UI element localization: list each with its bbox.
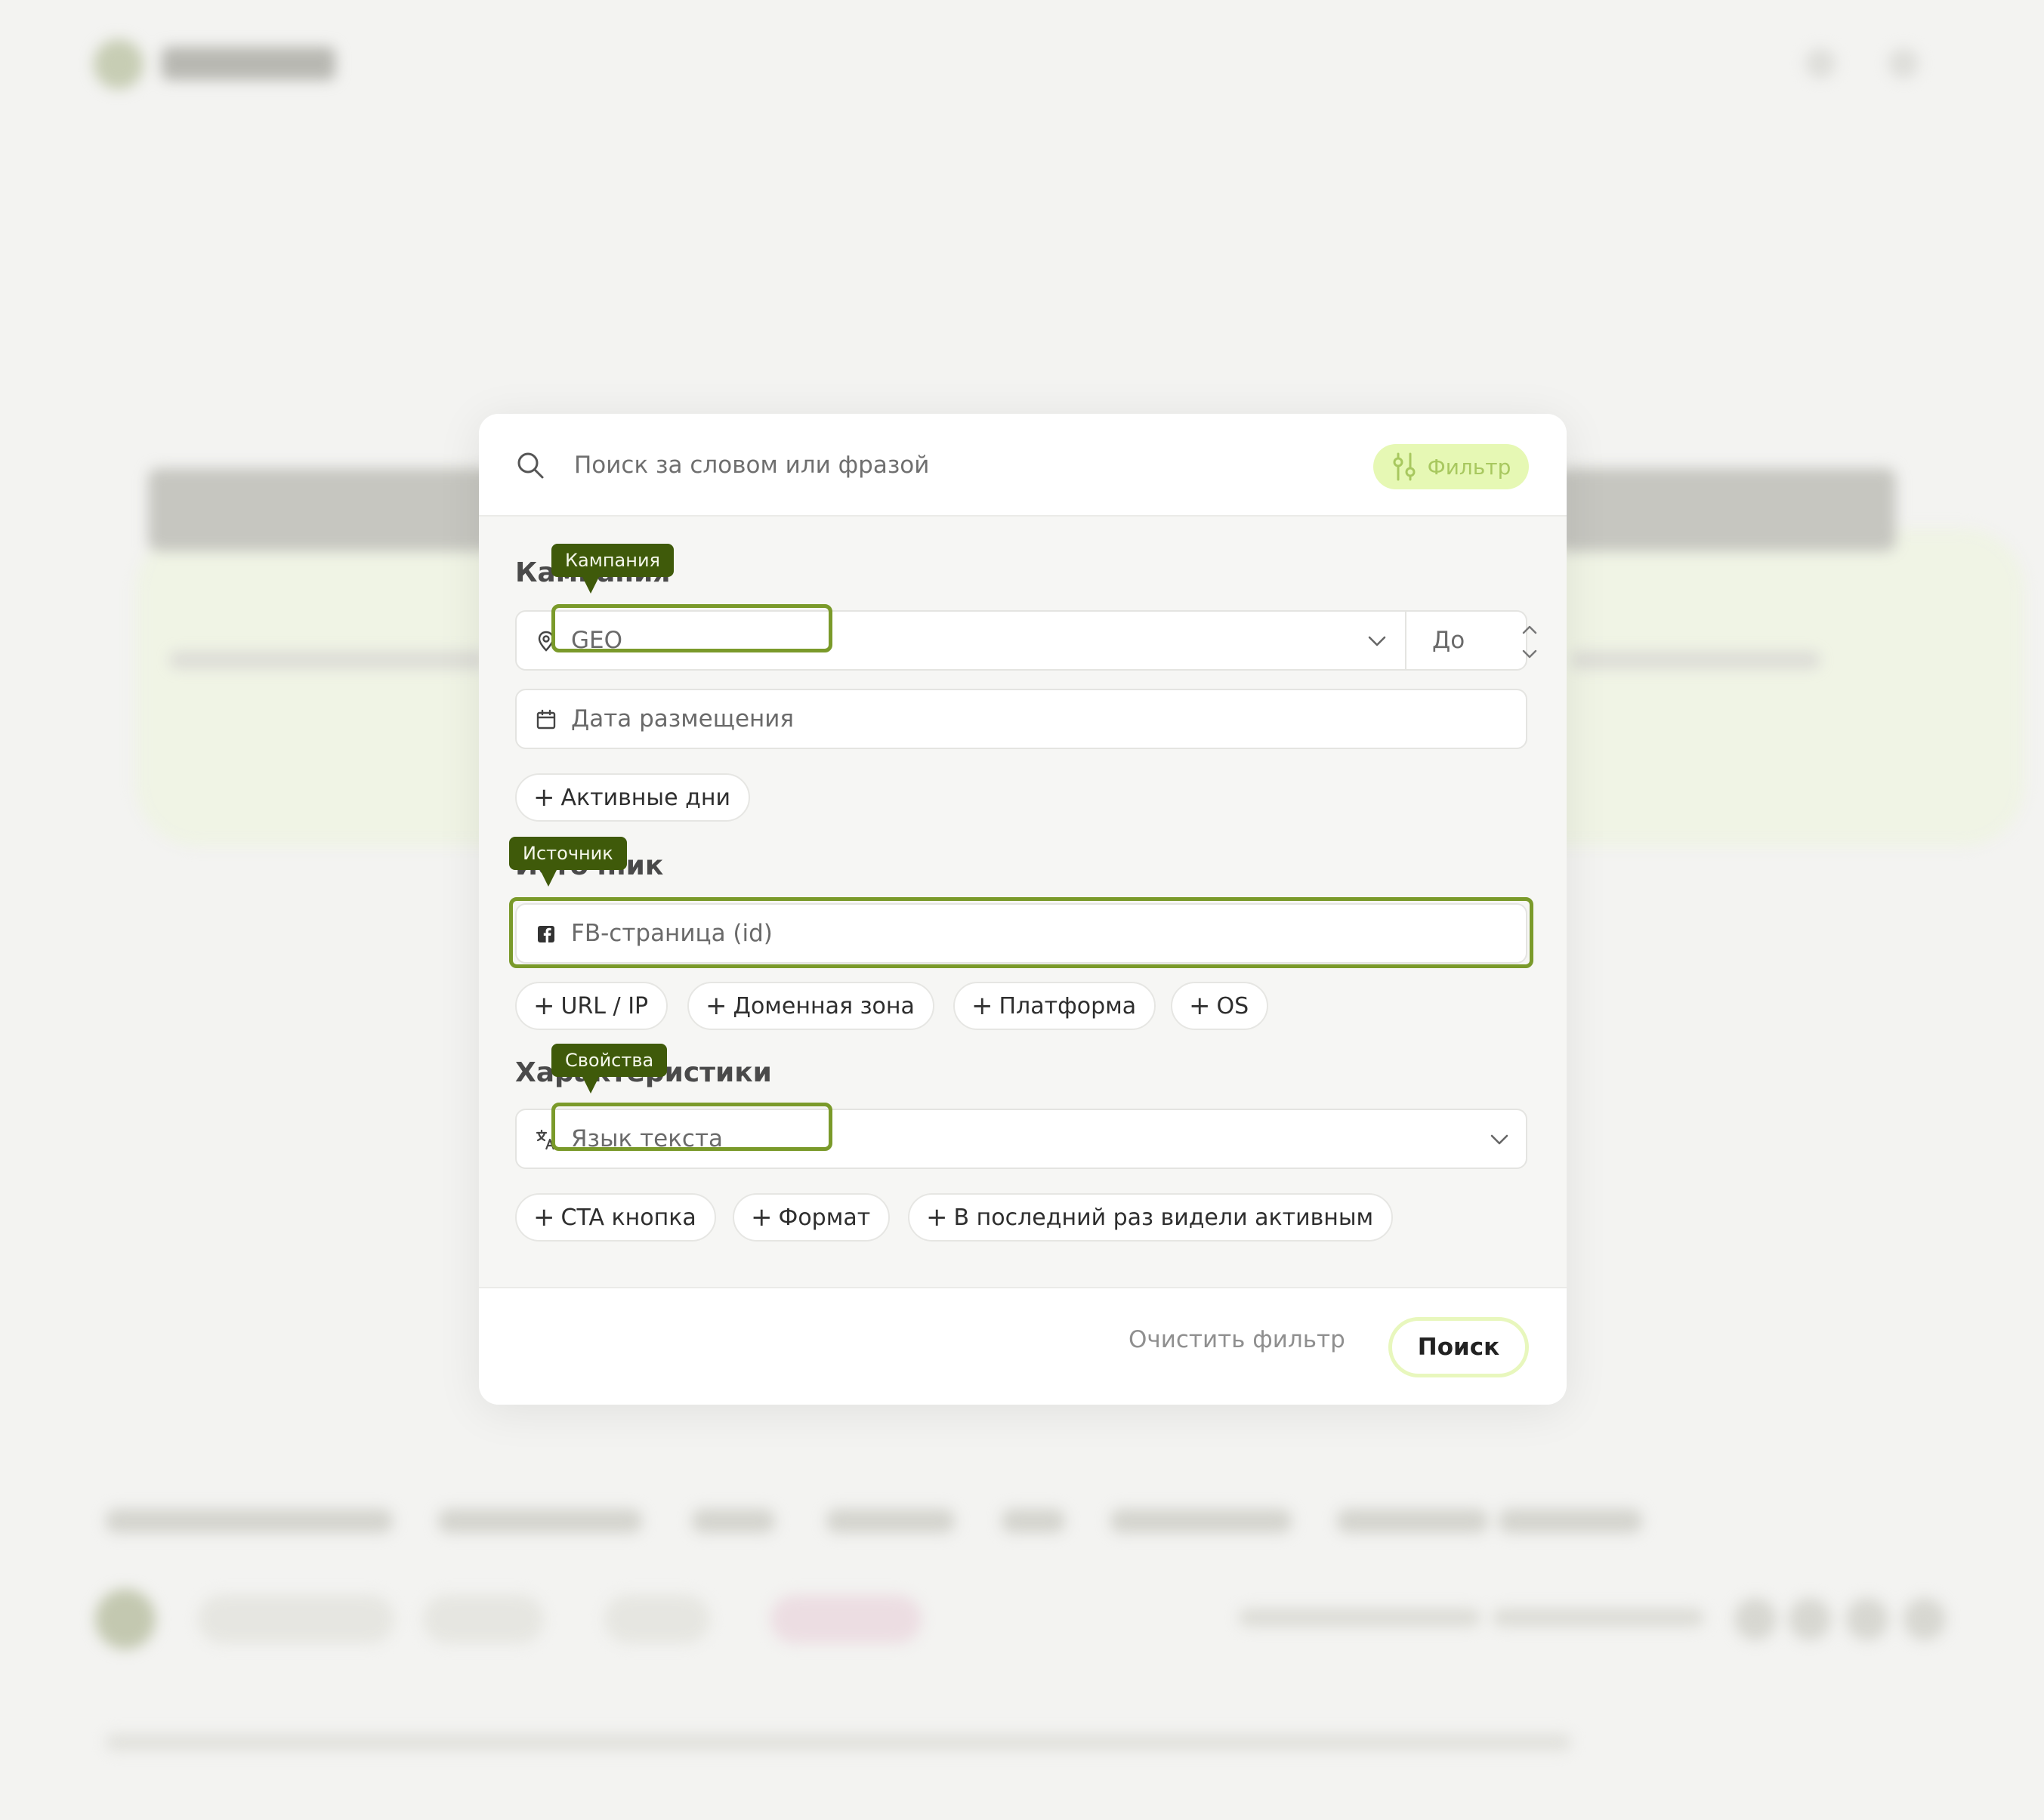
footer-pill bbox=[770, 1595, 922, 1643]
tooltip-campaign: Кампания bbox=[551, 544, 674, 594]
footer-nav-item bbox=[1499, 1509, 1642, 1533]
geo-placeholder: GEO bbox=[571, 627, 623, 654]
hero-heading-right bbox=[1556, 468, 1896, 551]
chip-os[interactable]: + OS bbox=[1171, 982, 1269, 1030]
plus-icon: + bbox=[926, 1202, 948, 1232]
search-icon bbox=[517, 452, 544, 479]
date-field[interactable]: Дата размещения bbox=[515, 689, 1527, 749]
footer-pill bbox=[198, 1595, 394, 1643]
chip-cta-button[interactable]: + CTA кнопка bbox=[515, 1193, 716, 1242]
chip-url-ip[interactable]: + URL / IP bbox=[515, 982, 668, 1030]
number-spinner-icon[interactable] bbox=[1518, 621, 1541, 663]
plus-icon: + bbox=[533, 991, 555, 1021]
filter-button-label: Фильтр bbox=[1427, 454, 1511, 480]
fb-page-field[interactable]: FB-страница (id) bbox=[515, 903, 1527, 964]
chip-label: Платформа bbox=[999, 992, 1137, 1020]
filter-modal: Фильтр Кампания GEO До Дата размещения + bbox=[479, 414, 1567, 1405]
search-input[interactable] bbox=[574, 444, 1254, 486]
chip-format[interactable]: + Формат bbox=[733, 1193, 891, 1242]
footer-nav-item bbox=[692, 1509, 775, 1533]
chip-label: Доменная зона bbox=[733, 992, 915, 1020]
modal-footer: Очистить фильтр Поиск bbox=[479, 1287, 1567, 1405]
tooltip-source: Источник bbox=[509, 837, 627, 887]
chip-label: URL / IP bbox=[560, 992, 649, 1020]
chevron-down-icon bbox=[1368, 636, 1386, 646]
logo-text bbox=[162, 47, 335, 80]
tooltip-properties: Свойства bbox=[551, 1044, 668, 1094]
hero-text-line bbox=[169, 651, 486, 669]
clear-filter-button[interactable]: Очистить фильтр bbox=[1129, 1326, 1345, 1353]
hero-text-line bbox=[1571, 651, 1820, 669]
footer-pill bbox=[423, 1595, 544, 1643]
chip-label: OS bbox=[1216, 992, 1249, 1020]
text-language-placeholder: Язык текста bbox=[571, 1125, 724, 1152]
chip-label: Формат bbox=[778, 1204, 871, 1231]
search-bar: Фильтр bbox=[479, 414, 1567, 517]
footer-nav-item bbox=[1002, 1509, 1065, 1533]
plus-icon: + bbox=[533, 782, 555, 813]
chip-label: CTA кнопка bbox=[560, 1204, 696, 1231]
footer-pill bbox=[604, 1595, 710, 1643]
social-icon bbox=[1789, 1598, 1831, 1640]
map-pin-icon bbox=[538, 631, 554, 652]
hero-heading-left bbox=[148, 468, 496, 551]
chip-label: Активные дни bbox=[560, 784, 730, 811]
footer-nav-item bbox=[1337, 1509, 1488, 1533]
chevron-down-icon bbox=[1490, 1134, 1508, 1145]
footer-text bbox=[1493, 1609, 1704, 1627]
do-input[interactable]: До bbox=[1432, 627, 1465, 654]
social-icon bbox=[1846, 1598, 1888, 1640]
plus-icon: + bbox=[971, 991, 993, 1021]
chip-domain-zone[interactable]: + Доменная зона bbox=[687, 982, 934, 1030]
footer-nav-item bbox=[106, 1509, 393, 1533]
footer-logo bbox=[95, 1589, 156, 1649]
footer-copyright bbox=[106, 1734, 1571, 1751]
filter-button[interactable]: Фильтр bbox=[1373, 444, 1529, 489]
footer-text bbox=[1239, 1609, 1481, 1627]
plus-icon: + bbox=[706, 991, 727, 1021]
plus-icon: + bbox=[533, 1202, 555, 1232]
search-button[interactable]: Поиск bbox=[1388, 1317, 1529, 1377]
geo-divider bbox=[1405, 612, 1406, 669]
plus-icon: + bbox=[751, 1202, 773, 1232]
footer-nav-item bbox=[826, 1509, 955, 1533]
social-icon bbox=[1904, 1598, 1946, 1640]
facebook-icon bbox=[538, 926, 554, 942]
fb-page-placeholder: FB-страница (id) bbox=[571, 920, 773, 947]
text-language-field[interactable]: Язык текста bbox=[515, 1109, 1527, 1169]
translate-icon bbox=[536, 1129, 555, 1150]
footer-nav-item bbox=[1110, 1509, 1292, 1533]
social-icon bbox=[1734, 1598, 1777, 1640]
plus-icon: + bbox=[1189, 991, 1211, 1021]
logo-mark bbox=[94, 39, 144, 89]
chip-last-seen-active[interactable]: + В последний раз видели активным bbox=[908, 1193, 1394, 1242]
chip-label: В последний раз видели активным bbox=[953, 1204, 1374, 1231]
filter-sliders-icon bbox=[1393, 452, 1416, 481]
header-icon bbox=[1805, 48, 1836, 79]
header-icon bbox=[1888, 48, 1919, 79]
calendar-icon bbox=[536, 709, 556, 730]
date-placeholder: Дата размещения bbox=[571, 705, 795, 733]
chip-platform[interactable]: + Платформа bbox=[953, 982, 1156, 1030]
footer-nav-item bbox=[438, 1509, 642, 1533]
chip-active-days[interactable]: + Активные дни bbox=[515, 773, 750, 822]
geo-field[interactable]: GEO До bbox=[515, 610, 1537, 671]
